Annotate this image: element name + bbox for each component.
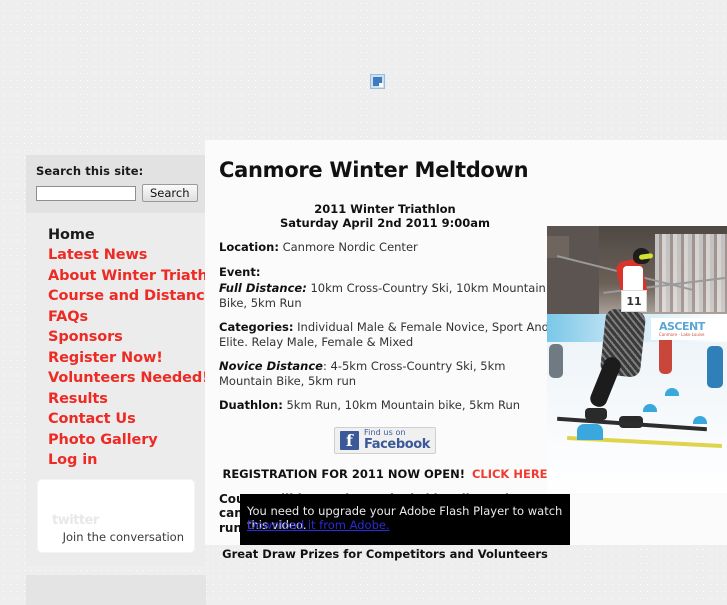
sidebar-item-results[interactable]: Results: [26, 389, 206, 410]
photo-ascent-subtext: Canmore - Lake Louise: [659, 332, 705, 337]
facebook-badge[interactable]: f Find us on Facebook: [334, 426, 436, 454]
sidebar-item-about-winter-triathlons[interactable]: About Winter Triathlons: [26, 266, 241, 287]
photo-course-marker: [665, 388, 679, 396]
sidebar-item-faqs[interactable]: FAQs: [26, 307, 206, 328]
draw-prizes-note: Great Draw Prizes for Competitors and Vo…: [222, 547, 548, 561]
broken-image-icon: [370, 74, 385, 89]
sidebar-item-home[interactable]: Home: [26, 225, 206, 246]
novice-distance-label: Novice Distance: [219, 359, 323, 373]
categories-row: Categories: Individual Male & Female Nov…: [219, 320, 551, 349]
top-banner: [0, 0, 727, 155]
search-button[interactable]: Search: [142, 184, 198, 202]
duathlon-row: Duathlon: 5km Run, 10km Mountain bike, 5…: [219, 398, 551, 413]
location-label: Location:: [219, 240, 279, 254]
facebook-badge-text: Find us on Facebook: [364, 428, 431, 452]
twitter-logo: twitter: [52, 513, 99, 528]
categories-label: Categories:: [219, 320, 294, 334]
event-label-row: Event:: [219, 265, 551, 280]
search-row: Search: [36, 184, 198, 202]
broken-image-dot: [379, 83, 383, 87]
sidebar-item-register-now[interactable]: Register Now!: [26, 348, 206, 369]
flash-download-link[interactable]: Download it from Adobe.: [247, 518, 390, 532]
sidebar-item-contact-us[interactable]: Contact Us: [26, 410, 206, 431]
full-distance-row: Full Distance: 10km Cross-Country Ski, 1…: [219, 281, 551, 310]
sidebar-footer: [26, 575, 206, 605]
flash-video-player[interactable]: You need to upgrade your Adobe Flash Pla…: [240, 494, 570, 545]
search-label: Search this site:: [36, 164, 144, 178]
sidebar-item-volunteers-needed[interactable]: Volunteers Needed!: [26, 369, 209, 390]
duathlon-label: Duathlon:: [219, 398, 283, 412]
duathlon-value: 5km Run, 10km Mountain bike, 5km Run: [286, 398, 521, 412]
photo-spectator: [549, 344, 563, 378]
left-sidebar: Search this site: Search Home Latest New…: [26, 155, 241, 605]
facebook-small-text: Find us on: [364, 428, 406, 437]
facebook-big-text: Facebook: [364, 437, 431, 452]
registration-text: REGISTRATION FOR 2011 NOW OPEN!: [222, 466, 465, 481]
page-title: Canmore Winter Meltdown: [219, 158, 529, 182]
event-label: Event:: [219, 264, 261, 279]
photo-spectator: [659, 334, 672, 374]
sidebar-item-sponsors[interactable]: Sponsors: [26, 328, 206, 349]
location-row: Location: Canmore Nordic Center: [219, 240, 551, 255]
registration-line: REGISTRATION FOR 2011 NOW OPEN! CLICK HER…: [219, 467, 551, 481]
main-content: Canmore Winter Meltdown 2011 Winter Tria…: [205, 140, 727, 561]
photo-course-marker: [693, 416, 707, 424]
location-value: Canmore Nordic Center: [282, 240, 418, 254]
sidebar-item-latest-news[interactable]: Latest News: [26, 246, 206, 267]
sidebar-navigation: Home Latest News About Winter Triathlons…: [26, 213, 241, 566]
photo-crowd: [655, 234, 727, 312]
search-panel: Search this site: Search: [26, 155, 206, 213]
sidebar-item-photo-gallery[interactable]: Photo Gallery: [26, 430, 206, 451]
photo-course-marker: [577, 424, 603, 440]
event-heading-line1: 2011 Winter Triathlon: [314, 202, 456, 216]
novice-distance-row: Novice Distance: 4-5km Cross-Country Ski…: [219, 359, 551, 388]
twitter-widget[interactable]: twitter Join the conversation: [38, 480, 194, 552]
click-here-link[interactable]: CLICK HERE: [472, 467, 548, 481]
photo-bib-number: 11: [621, 290, 647, 312]
full-distance-label: Full Distance:: [219, 281, 307, 295]
sidebar-item-log-in[interactable]: Log in: [26, 451, 206, 472]
skier-photo: ASCENT Canmore - Lake Louise 11: [547, 226, 727, 493]
sidebar-item-course-and-distances[interactable]: Course and Distances: [26, 287, 223, 308]
photo-spectator: [707, 346, 723, 388]
search-input[interactable]: [36, 185, 136, 201]
twitter-tagline: Join the conversation: [62, 530, 184, 544]
facebook-f-icon: f: [340, 430, 359, 450]
event-heading-line2: Saturday April 2nd 2011 9:00am: [279, 216, 490, 230]
photo-course-marker: [643, 404, 657, 412]
